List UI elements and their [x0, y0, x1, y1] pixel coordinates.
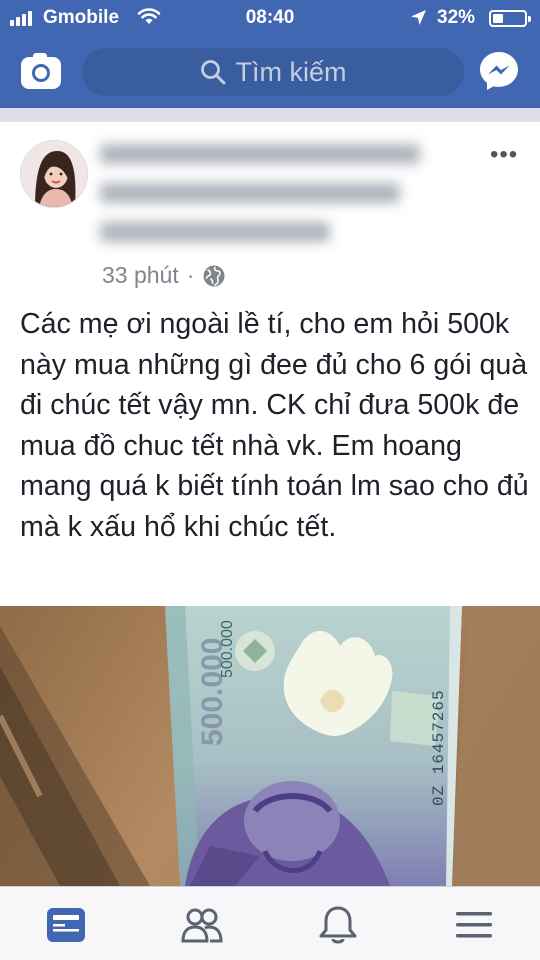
location-arrow-icon — [411, 10, 426, 25]
news-feed-icon[interactable] — [44, 903, 88, 947]
author-name-blurred[interactable] — [100, 144, 440, 264]
author-avatar[interactable] — [20, 140, 88, 208]
menu-icon[interactable] — [452, 903, 496, 947]
post-card: ••• 33 phút · Các mẹ ơi ngoài lề tí, cho… — [0, 122, 540, 886]
more-options-icon[interactable]: ••• — [490, 143, 518, 167]
post-time[interactable]: 33 phút — [102, 262, 179, 289]
camera-icon[interactable] — [20, 51, 62, 91]
battery-icon — [489, 10, 531, 27]
search-icon — [200, 60, 225, 85]
battery-level — [493, 14, 503, 23]
status-bar: Gmobile 08:40 32% — [0, 0, 540, 36]
banknote-serial: 0Z 16457265 — [430, 689, 448, 806]
post-photo[interactable]: 500.000 500.000 0Z 16457265 — [0, 606, 540, 886]
globe-icon — [203, 265, 225, 286]
meta-separator: · — [186, 262, 195, 288]
battery-percent: 32% — [437, 7, 476, 28]
notifications-bell-icon[interactable] — [316, 903, 360, 947]
messenger-icon[interactable] — [478, 50, 520, 92]
post-meta: 33 phút · — [102, 262, 226, 289]
post-text: Các mẹ ơi ngoài lề tí, cho em hỏi 500k n… — [20, 308, 529, 543]
friends-icon[interactable] — [180, 903, 224, 947]
search-bar[interactable]: Tìm kiếm — [82, 48, 464, 96]
search-placeholder: Tìm kiếm — [235, 56, 347, 87]
banknote-value-small: 500.000 — [219, 620, 236, 678]
bottom-tab-bar — [0, 886, 540, 960]
top-header: Gmobile 08:40 32% Tìm kiếm — [0, 0, 540, 108]
